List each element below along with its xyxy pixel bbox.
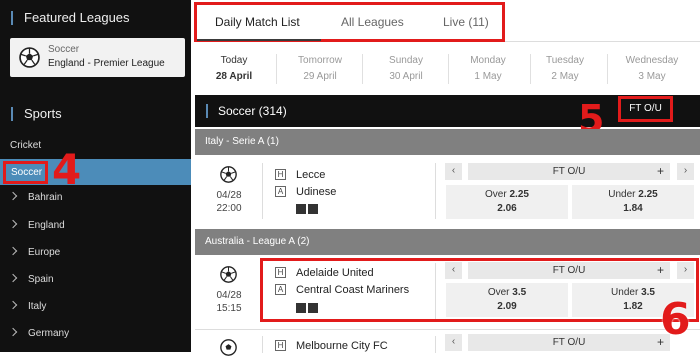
- sidebar-item-cricket[interactable]: Cricket: [10, 140, 41, 151]
- annotation-number-4: 4: [52, 145, 82, 194]
- chevron-right-icon: [8, 300, 18, 310]
- market-selector[interactable]: FT O/U: [618, 96, 673, 122]
- sidebar-item-bahrain[interactable]: Bahrain: [8, 191, 62, 203]
- tab-bar: Daily Match List All Leagues Live (11): [194, 2, 505, 42]
- sidebar-item-italy[interactable]: Italy: [8, 300, 46, 312]
- soccer-ball-icon: [19, 47, 40, 68]
- date-tab-tomorrow[interactable]: Tomorrow 29 April: [277, 44, 363, 93]
- featured-sport: Soccer: [48, 44, 80, 55]
- date-tab-sunday[interactable]: Sunday 30 April: [363, 44, 449, 93]
- date-tab-wednesday[interactable]: Wednesday 3 May: [609, 44, 695, 93]
- match-time: 22:00: [216, 203, 242, 214]
- match-info-icons[interactable]: [296, 204, 318, 214]
- match-row: 04/28 22:00 H Lecce A Udinese ‹ FT O/U + › …: [195, 155, 700, 227]
- market-header[interactable]: FT O/U +: [468, 334, 670, 351]
- match-date: 04/28: [216, 290, 242, 301]
- divider: [262, 336, 263, 353]
- date-selector: Today 28 April Tomorrow 29 April Sunday 30 …: [191, 44, 700, 93]
- market-header[interactable]: FT O/U +: [468, 163, 670, 180]
- sports-title: Sports: [11, 107, 62, 121]
- divider: [505, 41, 700, 42]
- soccer-ball-icon: [220, 266, 237, 283]
- under-odds-button[interactable]: Under 2.25 1.84: [572, 185, 694, 219]
- sidebar-item-soccer[interactable]: Soccer: [3, 161, 48, 184]
- live-icon: [308, 204, 318, 214]
- prev-market-button[interactable]: ‹: [445, 163, 462, 180]
- league-header[interactable]: Italy - Serie A (1): [195, 129, 700, 155]
- annotation-number-6: 6: [660, 294, 691, 345]
- match-time: 15:15: [216, 303, 242, 314]
- match-row: H Melbourne City FC ‹ FT O/U +: [195, 329, 700, 356]
- sidebar-item-germany[interactable]: Germany: [8, 327, 69, 339]
- tab-live[interactable]: Live (11): [443, 15, 489, 29]
- chevron-right-icon: [8, 219, 18, 229]
- home-team[interactable]: H Lecce: [275, 169, 325, 181]
- date-tab-monday[interactable]: Monday 1 May: [445, 44, 531, 93]
- divider: [607, 54, 608, 84]
- chevron-right-icon: [8, 273, 18, 283]
- divider: [262, 163, 263, 219]
- sport-title: Soccer (314): [206, 104, 287, 118]
- soccer-ball-icon: [220, 339, 237, 356]
- date-tab-tuesday[interactable]: Tuesday 2 May: [522, 44, 608, 93]
- divider: [435, 336, 436, 353]
- featured-leagues-title: Featured Leagues: [11, 11, 130, 25]
- highlight-box: [260, 258, 699, 322]
- over-odds-button[interactable]: Over 2.25 2.06: [446, 185, 568, 219]
- chevron-right-icon: [8, 246, 18, 256]
- next-market-button[interactable]: ›: [677, 163, 694, 180]
- sidebar: Featured Leagues Soccer England - Premie…: [0, 0, 191, 352]
- home-team[interactable]: H Melbourne City FC: [275, 340, 388, 352]
- league-header[interactable]: Australia - League A (2): [195, 229, 700, 255]
- tab-all-leagues[interactable]: All Leagues: [341, 15, 404, 29]
- divider: [435, 163, 436, 219]
- match-date: 04/28: [216, 190, 242, 201]
- sidebar-item-spain[interactable]: Spain: [8, 273, 54, 285]
- chevron-right-icon: [8, 327, 18, 337]
- active-tab-indicator: [197, 39, 321, 41]
- sidebar-item-england[interactable]: England: [8, 219, 65, 231]
- chevron-right-icon: [8, 191, 18, 201]
- featured-league-card[interactable]: Soccer England - Premier League: [10, 38, 185, 77]
- away-team[interactable]: A Udinese: [275, 186, 336, 198]
- plus-icon[interactable]: +: [657, 164, 664, 178]
- featured-league: England - Premier League: [48, 58, 165, 69]
- sidebar-item-europe[interactable]: Europe: [8, 246, 60, 258]
- stats-icon: [296, 204, 306, 214]
- tab-daily-match-list[interactable]: Daily Match List: [215, 15, 300, 29]
- prev-market-button[interactable]: ‹: [445, 334, 462, 351]
- soccer-ball-icon: [220, 166, 237, 183]
- date-tab-today[interactable]: Today 28 April: [191, 44, 277, 93]
